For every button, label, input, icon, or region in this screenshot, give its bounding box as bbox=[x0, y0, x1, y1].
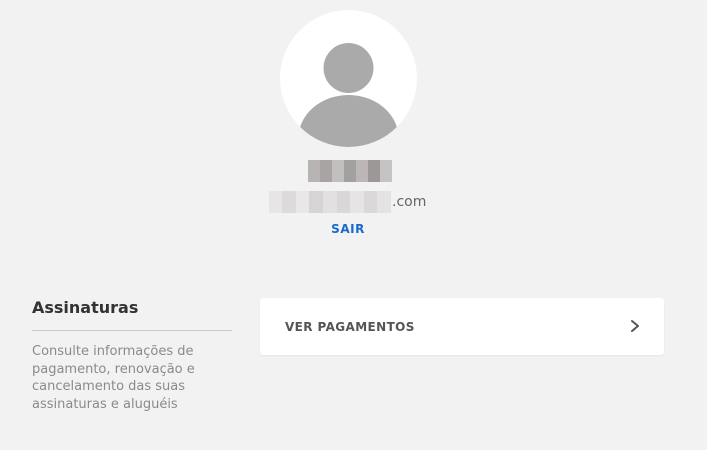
view-payments-button[interactable]: VER PAGAMENTOS bbox=[260, 298, 664, 355]
chevron-right-icon bbox=[631, 320, 639, 332]
section-divider bbox=[32, 330, 232, 331]
avatar bbox=[280, 10, 417, 147]
user-name-redacted bbox=[308, 160, 392, 182]
section-title: Assinaturas bbox=[32, 298, 139, 317]
account-page: .com SAIR Assinaturas Consulte informaçõ… bbox=[0, 0, 707, 450]
logout-link[interactable]: SAIR bbox=[318, 222, 378, 236]
view-payments-label: VER PAGAMENTOS bbox=[285, 320, 415, 334]
user-silhouette-icon bbox=[298, 43, 399, 147]
section-description: Consulte informações de pagamento, renov… bbox=[32, 344, 195, 412]
user-email-redacted bbox=[255, 191, 391, 213]
user-email: .com bbox=[255, 190, 426, 214]
email-domain: .com bbox=[392, 194, 427, 210]
